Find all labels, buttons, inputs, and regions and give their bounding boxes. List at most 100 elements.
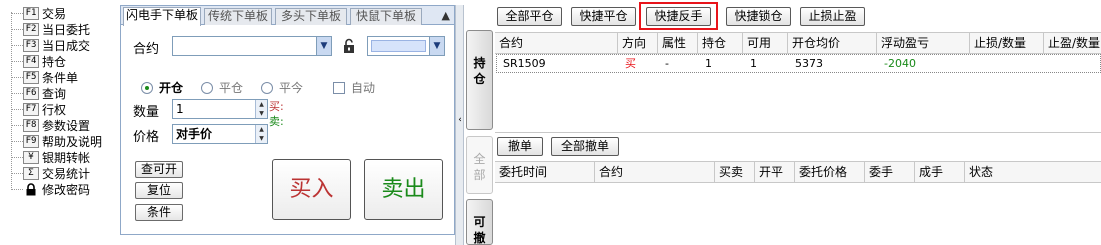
account-select[interactable]: ▼ [367, 36, 445, 56]
chevron-down-icon[interactable]: ▼ [429, 37, 444, 55]
col-holding[interactable]: 持仓 [698, 33, 743, 53]
col-contract[interactable]: 合约 [495, 33, 618, 53]
stepper-icon[interactable]: ▲ ▼ [255, 100, 267, 118]
menu-item-trade[interactable]: F1 交易 [11, 5, 66, 21]
col-float-pnl[interactable]: 浮动盈亏 [877, 33, 970, 53]
menu-label: 修改密码 [42, 182, 91, 197]
qty-label: 数量 [133, 105, 160, 120]
buy-button[interactable]: 买入 [272, 159, 351, 220]
col-available[interactable]: 可用 [743, 33, 788, 53]
tab-lightning-order[interactable]: 闪电手下单板 [123, 7, 201, 26]
menu-label: 条件单 [42, 70, 79, 85]
col-attribute[interactable]: 属性 [658, 33, 698, 53]
menu-item-exercise[interactable]: F7 行权 [11, 101, 66, 117]
col-order-price[interactable]: 委托价格 [795, 162, 865, 182]
account-select-highlight [371, 40, 426, 52]
query-open-button[interactable]: 查可开 [135, 161, 183, 178]
tab-long-order[interactable]: 多头下单板 [275, 8, 347, 25]
menu-label: 交易 [42, 6, 67, 21]
cell-available: 1 [750, 57, 757, 70]
menu-key-f3: F3 [23, 38, 39, 52]
menu-label: 交易统计 [42, 166, 91, 181]
qty-field[interactable]: 1 ▲ ▼ [172, 99, 268, 119]
checkbox-box [333, 81, 345, 94]
col-open-close[interactable]: 开平 [755, 162, 795, 182]
col-filled-qty[interactable]: 成手 [915, 162, 965, 182]
cell-float-pnl: -2040 [884, 57, 916, 70]
menu-key-f6: F6 [23, 86, 39, 100]
menu-label: 帮助及说明 [42, 134, 103, 149]
menu-key-f7: F7 [23, 102, 39, 116]
sell-button[interactable]: 卖出 [364, 159, 443, 220]
radio-close[interactable]: 平仓 [201, 79, 243, 96]
menu-item-today-fills[interactable]: F3 当日成交 [11, 37, 90, 53]
menu-item-query[interactable]: F6 查询 [11, 85, 66, 101]
stop-loss-profit-button[interactable]: 止损止盈 [800, 7, 865, 26]
cell-avg-price: 5373 [795, 57, 823, 70]
yen-icon: ¥ [23, 150, 39, 164]
col-direction[interactable]: 方向 [618, 33, 658, 53]
col-buy-sell[interactable]: 买卖 [715, 162, 755, 182]
col-order-qty[interactable]: 委手 [865, 162, 915, 182]
sigma-icon: Σ [23, 166, 39, 180]
condition-button[interactable]: 条件 [135, 204, 183, 221]
auto-checkbox[interactable]: 自动 [333, 79, 375, 96]
tab-mouse-order[interactable]: 快鼠下单板 [350, 8, 422, 25]
cancel-order-button[interactable]: 撤单 [497, 137, 543, 156]
col-stop-loss[interactable]: 止损/数量 [970, 33, 1044, 53]
menu-label: 查询 [42, 86, 67, 101]
cell-contract: SR1509 [503, 57, 546, 70]
quick-lock-button[interactable]: 快捷锁仓 [726, 7, 791, 26]
tab-positions[interactable]: 持 仓 [466, 30, 493, 130]
menu-key-f2: F2 [23, 22, 39, 36]
menu-item-bank-transfer[interactable]: ¥ 银期转帐 [11, 149, 90, 165]
table-row[interactable]: SR1509 买 - 1 1 5373 -2040 [496, 54, 1101, 73]
tab-traditional-order[interactable]: 传统下单板 [204, 8, 272, 25]
highlight-box [639, 2, 718, 30]
col-take-profit[interactable]: 止盈/数量 [1044, 33, 1101, 53]
radio-dot [141, 81, 153, 94]
tab-all-orders[interactable]: 全 部 [466, 136, 493, 194]
menu-label: 银期转帐 [42, 150, 91, 165]
menu-item-conditional-orders[interactable]: F5 条件单 [11, 69, 78, 85]
radio-open[interactable]: 开仓 [141, 79, 183, 96]
close-all-button[interactable]: 全部平仓 [497, 7, 562, 26]
panel-splitter[interactable]: ‹ [455, 5, 464, 245]
col-order-time[interactable]: 委托时间 [495, 162, 595, 182]
radio-close-today[interactable]: 平今 [261, 79, 303, 96]
menu-item-help[interactable]: F9 帮助及说明 [11, 133, 102, 149]
menu-label: 行权 [42, 102, 67, 117]
cell-direction: 买 [625, 57, 636, 70]
cancel-all-button[interactable]: 全部撤单 [551, 137, 619, 156]
collapse-up-icon[interactable]: ▲ [442, 9, 450, 22]
order-panel: 闪电手下单板 传统下单板 多头下单板 快鼠下单板 ▲ 合约 ▼ ▼ 开仓 平仓 … [120, 5, 455, 235]
price-field[interactable]: 对手价 ▲ ▼ [172, 124, 268, 144]
col-contract[interactable]: 合约 [595, 162, 715, 182]
contract-select[interactable]: ▼ [172, 36, 332, 56]
sell-hint: 卖: [269, 115, 284, 128]
reset-button[interactable]: 复位 [135, 182, 183, 199]
menu-label: 当日委托 [42, 22, 91, 37]
menu-item-positions[interactable]: F4 持仓 [11, 53, 66, 69]
orders-table-header: 委托时间 合约 买卖 开平 委托价格 委手 成手 状态 [495, 161, 1101, 183]
chevron-left-icon[interactable]: ‹ [456, 115, 464, 125]
tab-cancelable-orders[interactable]: 可 撤 [466, 199, 493, 245]
pane-divider [495, 132, 1101, 133]
menu-item-today-orders[interactable]: F2 当日委托 [11, 21, 90, 37]
menu-item-statistics[interactable]: Σ 交易统计 [11, 165, 90, 181]
quick-close-button[interactable]: 快捷平仓 [571, 7, 636, 26]
menu-label: 持仓 [42, 54, 67, 69]
col-avg-price[interactable]: 开仓均价 [788, 33, 877, 53]
menu-item-change-password[interactable]: 修改密码 [11, 181, 90, 197]
stepper-icon[interactable]: ▲ ▼ [255, 125, 267, 143]
col-status[interactable]: 状态 [965, 162, 1101, 182]
menu-item-settings[interactable]: F8 参数设置 [11, 117, 90, 133]
radio-dot [261, 81, 273, 94]
function-menu: F1 交易 F2 当日委托 F3 当日成交 F4 持仓 F5 条件单 F6 查询… [0, 0, 118, 245]
menu-key-f9: F9 [23, 134, 39, 148]
cell-attribute: - [665, 57, 669, 70]
unlock-icon[interactable] [341, 38, 357, 57]
lock-icon [23, 182, 39, 196]
menu-label: 当日成交 [42, 38, 91, 53]
chevron-down-icon[interactable]: ▼ [316, 37, 331, 55]
